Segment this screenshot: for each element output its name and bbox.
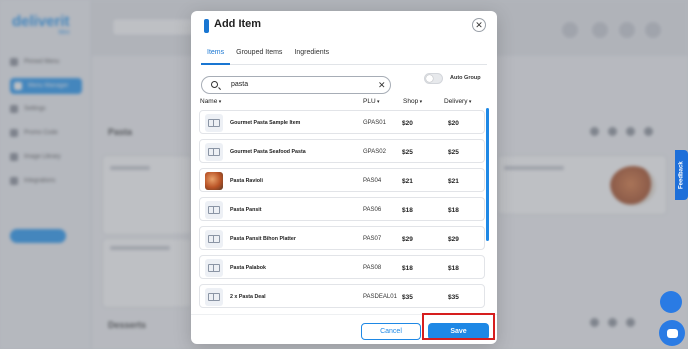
item-name: 2 x Pasta Deal — [230, 294, 266, 300]
item-shop-price: $35 — [402, 293, 413, 301]
chat-button[interactable] — [659, 320, 685, 346]
column-header-delivery[interactable]: Delivery — [444, 98, 471, 105]
table-row[interactable]: Pasta Palabok PAS08 $18 $18 — [199, 255, 485, 279]
placeholder-icon — [205, 259, 223, 277]
action-button[interactable] — [660, 291, 682, 313]
item-plu: GPAS02 — [363, 149, 386, 155]
item-name: Pasta Ravioli — [230, 178, 263, 184]
save-highlight-box — [422, 313, 495, 340]
item-delivery-price: $18 — [448, 264, 459, 272]
item-delivery-price: $29 — [448, 235, 459, 243]
food-photo — [205, 172, 223, 190]
tab-bar: Items Grouped Items Ingredients — [201, 45, 487, 65]
feedback-tab[interactable]: Feedback — [675, 150, 688, 200]
item-name: Pasta Pansit — [230, 207, 262, 213]
auto-group-toggle[interactable] — [424, 73, 443, 84]
chat-icon — [666, 328, 678, 338]
add-item-modal: Add Item ✕ Items Grouped Items Ingredien… — [191, 11, 497, 344]
column-header-name[interactable]: Name — [200, 98, 221, 105]
placeholder-icon — [205, 201, 223, 219]
item-shop-price: $21 — [402, 177, 413, 185]
item-shop-price: $20 — [402, 119, 413, 127]
item-plu: PAS04 — [363, 178, 382, 184]
close-icon[interactable]: ✕ — [472, 18, 486, 32]
placeholder-icon — [205, 230, 223, 248]
item-name: Pasta Pansit Bihon Platter — [230, 236, 296, 242]
table-row[interactable]: Pasta Pansit PAS06 $18 $18 — [199, 197, 485, 221]
table-row[interactable]: Gourmet Pasta Sample Item GPAS01 $20 $20 — [199, 110, 485, 134]
column-header-shop[interactable]: Shop — [403, 98, 422, 105]
item-shop-price: $25 — [402, 148, 413, 156]
item-plu: GPAS01 — [363, 120, 386, 126]
item-delivery-price: $20 — [448, 119, 459, 127]
tab-ingredients[interactable]: Ingredients — [288, 45, 335, 65]
search-input[interactable]: pasta ✕ — [201, 76, 391, 94]
item-name: Gourmet Pasta Sample Item — [230, 120, 301, 126]
table-row[interactable]: Pasta Pansit Bihon Platter PAS07 $29 $29 — [199, 226, 485, 250]
search-icon — [211, 81, 218, 88]
close-icon[interactable]: ✕ — [378, 80, 386, 90]
list-scrollbar[interactable] — [486, 108, 489, 241]
column-header-plu[interactable]: PLU — [363, 98, 380, 105]
item-list: Gourmet Pasta Sample Item GPAS01 $20 $20… — [199, 108, 486, 344]
modal-title: Add Item — [214, 18, 262, 30]
item-name: Gourmet Pasta Seafood Pasta — [230, 149, 306, 155]
table-row[interactable]: 2 x Pasta Deal PASDEAL01 $35 $35 — [199, 284, 485, 308]
cancel-button[interactable]: Cancel — [361, 323, 421, 340]
modal-header: Add Item ✕ — [191, 11, 497, 41]
item-plu: PAS08 — [363, 265, 382, 271]
table-row[interactable]: Gourmet Pasta Seafood Pasta GPAS02 $25 $… — [199, 139, 485, 163]
title-accent — [204, 19, 209, 33]
item-plu: PASDEAL01 — [363, 294, 397, 300]
item-delivery-price: $35 — [448, 293, 459, 301]
item-shop-price: $18 — [402, 264, 413, 272]
item-shop-price: $18 — [402, 206, 413, 214]
placeholder-icon — [205, 114, 223, 132]
search-value: pasta — [231, 81, 249, 88]
item-name: Pasta Palabok — [230, 265, 266, 271]
auto-group-label: Auto Group — [450, 75, 481, 81]
item-plu: PAS07 — [363, 236, 382, 242]
placeholder-icon — [205, 143, 223, 161]
tab-grouped-items[interactable]: Grouped Items — [230, 45, 288, 65]
item-delivery-price: $25 — [448, 148, 459, 156]
tab-items[interactable]: Items — [201, 45, 231, 65]
table-row[interactable]: Pasta Ravioli PAS04 $21 $21 — [199, 168, 485, 192]
item-shop-price: $29 — [402, 235, 413, 243]
item-delivery-price: $21 — [448, 177, 459, 185]
item-delivery-price: $18 — [448, 206, 459, 214]
placeholder-icon — [205, 288, 223, 306]
item-plu: PAS06 — [363, 207, 382, 213]
